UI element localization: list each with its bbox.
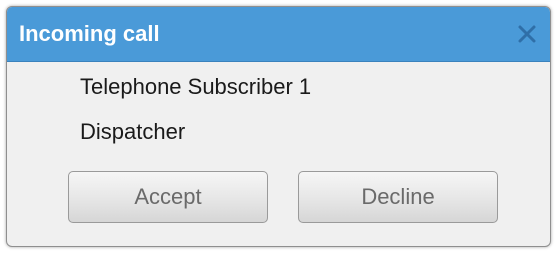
dialog-title: Incoming call	[19, 21, 160, 46]
caller-role: Dispatcher	[80, 119, 186, 144]
caller-name: Telephone Subscriber 1	[80, 74, 312, 99]
dialog-titlebar: Incoming call	[7, 7, 550, 62]
close-button[interactable]	[512, 19, 542, 49]
close-x-icon	[518, 25, 536, 43]
incoming-call-dialog: Incoming call Telephone Subscriber 1 Dis…	[6, 6, 551, 247]
accept-button[interactable]: Accept	[68, 171, 268, 223]
decline-button[interactable]: Decline	[298, 171, 498, 223]
